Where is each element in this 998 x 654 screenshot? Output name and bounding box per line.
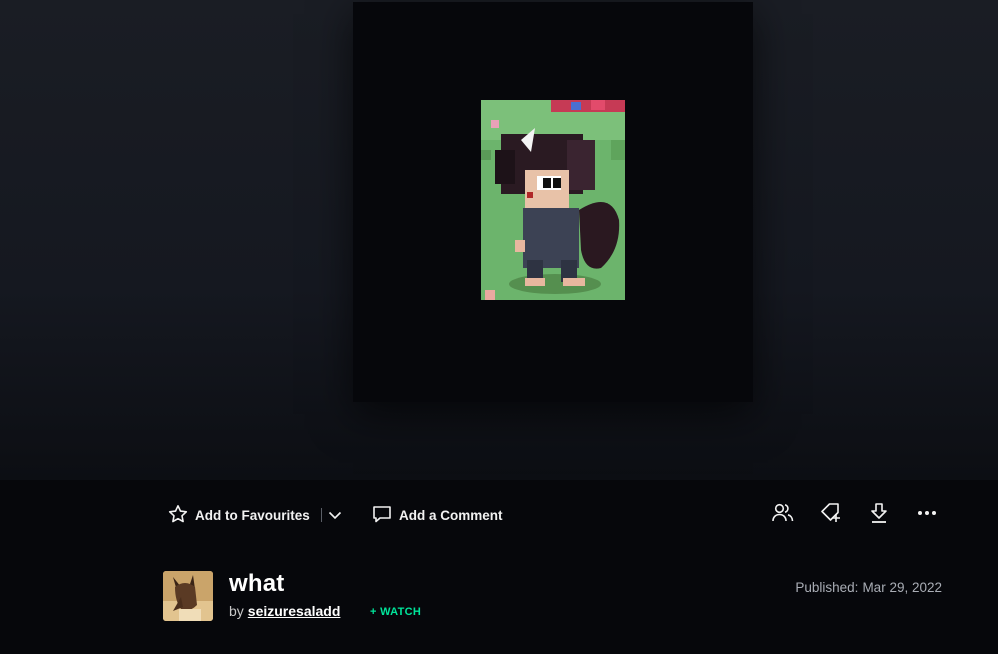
comment-icon (372, 504, 392, 527)
download-button[interactable] (866, 502, 892, 528)
published-date: Published: Mar 29, 2022 (795, 580, 942, 595)
more-options-button[interactable] (914, 502, 940, 528)
author-link[interactable]: seizuresaladd (248, 603, 341, 619)
group-icon (771, 501, 795, 530)
published-label: Published: (795, 580, 859, 595)
artwork-image[interactable] (481, 100, 625, 300)
artwork-frame (353, 2, 753, 402)
add-comment-label: Add a Comment (399, 507, 503, 523)
chevron-down-icon (326, 511, 344, 528)
published-value: Mar 29, 2022 (862, 580, 942, 595)
add-to-favourites-button[interactable]: Add to Favourites (168, 504, 310, 526)
add-tag-button[interactable] (818, 502, 844, 528)
favourites-dropdown-button[interactable] (326, 506, 344, 524)
pixel-pony-illustration (481, 100, 625, 300)
deviation-title: what (229, 570, 285, 597)
artwork-stage (0, 0, 998, 480)
add-to-favourites-label: Add to Favourites (195, 507, 310, 523)
star-icon (168, 504, 188, 527)
more-icon (915, 501, 939, 530)
toolbar-divider (321, 508, 322, 522)
add-comment-button[interactable]: Add a Comment (372, 504, 503, 526)
watch-button[interactable]: + WATCH (370, 606, 421, 618)
tag-add-icon (819, 501, 843, 530)
author-avatar[interactable] (163, 571, 213, 621)
download-icon (867, 501, 891, 530)
by-label: by (229, 603, 244, 619)
add-to-group-button[interactable] (770, 502, 796, 528)
byline: by seizuresaladd (229, 603, 340, 619)
deviation-meta: what by seizuresaladd + WATCH Published:… (0, 560, 998, 654)
action-toolbar: Add to Favourites Add a Comment (0, 480, 998, 550)
